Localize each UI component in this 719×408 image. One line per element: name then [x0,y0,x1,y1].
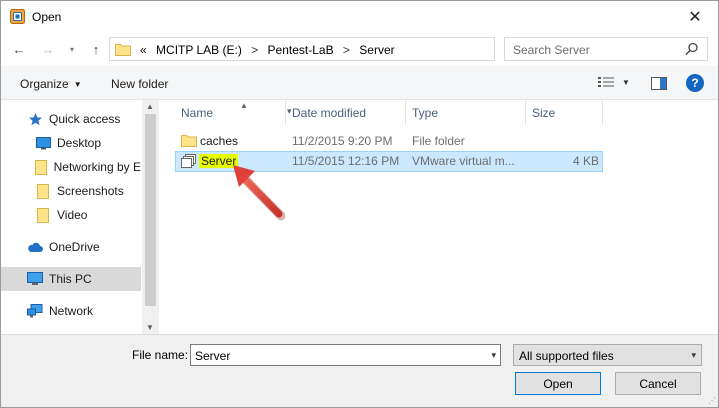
close-icon: ✕ [688,8,702,26]
sidebar-item-label: This PC [49,272,92,286]
breadcrumb-server[interactable]: Server [359,43,394,57]
scroll-up-icon[interactable]: ▲ [146,102,154,111]
footer-panel: File name: Server ▾ All supported files … [1,334,718,407]
search-icon [685,42,698,56]
vmware-file-icon [181,154,196,168]
view-options-icon[interactable] [597,76,615,90]
computer-icon [27,271,43,287]
chevron-down-icon[interactable]: ▾ [491,350,496,361]
arrow-right-icon: → [41,41,55,57]
sidebar-item-network[interactable]: Network [1,299,141,323]
sidebar-item-video[interactable]: Video [1,203,141,227]
breadcrumb-separator[interactable]: > [343,43,350,57]
annotation-arrow-icon [233,165,286,221]
file-type: VMware virtual m... [412,154,515,168]
file-name-value: Server [195,349,231,363]
sidebar-item-label: OneDrive [49,240,100,254]
file-name-label: File name: [132,348,189,362]
sidebar-item-onedrive[interactable]: OneDrive [1,235,141,259]
sidebar-item-desktop[interactable]: Desktop [1,131,141,155]
chevron-down-icon: ▼ [73,80,82,89]
breadcrumb-pentest-lab[interactable]: Pentest-LaB [268,43,334,57]
folder-icon [115,44,131,56]
column-header-date[interactable]: Date modified [286,100,406,125]
back-button[interactable]: ← [11,41,27,57]
network-icon [27,303,43,319]
scroll-down-icon[interactable]: ▼ [146,323,154,332]
file-date: 11/5/2015 12:16 PM [292,154,400,168]
chevron-down-icon: ▾ [691,350,696,360]
column-header-type[interactable]: Type [406,100,526,125]
up-button[interactable]: ↑ [88,41,104,57]
cloud-icon [27,239,43,255]
sidebar-item-label: Video [57,208,88,222]
folder-icon [35,207,51,223]
arrow-up-icon: ↑ [92,41,100,57]
search-box[interactable]: Search Server [504,37,708,61]
file-size: 4 KB [572,154,599,168]
cancel-button[interactable]: Cancel [615,372,701,395]
new-folder-button[interactable]: New folder [111,77,168,91]
table-row[interactable]: caches 11/2/2015 9:20 PM File folder [175,131,603,152]
navigation-pane: Quick access Desktop Networking by E Scr… [1,100,159,334]
close-button[interactable]: ✕ [672,1,718,32]
resize-grip-icon[interactable]: ⋰ [708,396,716,405]
breadcrumb-separator[interactable]: > [251,43,258,57]
address-bar[interactable]: « MCITP LAB (E:) > Pentest-LaB > Server … [109,37,593,61]
column-header-size[interactable]: Size [526,100,603,125]
app-icon [10,9,25,24]
preview-pane-icon[interactable] [651,77,667,90]
forward-button[interactable]: → [40,41,56,57]
sidebar-item-label: Desktop [57,136,102,150]
column-header-label: Name [181,105,214,120]
file-type-filter-value: All supported files [519,349,614,363]
arrow-left-icon: ← [12,41,26,57]
navigation-scrollbar[interactable]: ▲ ▼ [142,100,159,334]
organize-button[interactable]: Organize ▼ [20,77,82,91]
sidebar-item-networking[interactable]: Networking by E [1,155,141,179]
address-row: ← → ▾ ↑ « MCITP LAB (E:) > Pentest-LaB >… [1,32,718,66]
command-bar: Organize ▼ New folder ▼ ? [1,66,718,100]
folder-icon [181,135,197,147]
sidebar-item-label: Network [49,304,94,318]
sidebar-item-label: Quick access [49,112,121,126]
chevron-down-icon: ▾ [69,44,74,54]
file-type: File folder [412,134,465,148]
scrollbar-thumb[interactable] [145,114,156,306]
file-type-filter[interactable]: All supported files ▾ [513,344,702,366]
breadcrumb-drive[interactable]: MCITP LAB (E:) [156,43,242,57]
folder-icon [35,159,48,175]
star-icon [27,111,43,127]
column-header-name[interactable]: Name ▲ ▾ [175,100,292,125]
breadcrumb-overflow[interactable]: « [140,43,147,57]
organize-label: Organize [20,77,69,91]
window-title: Open [32,10,62,24]
file-name: caches [200,134,239,148]
breadcrumb: « MCITP LAB (E:) > Pentest-LaB > Server [140,43,401,57]
open-button[interactable]: Open [515,372,601,395]
desktop-icon [35,135,51,151]
search-input[interactable]: Search Server [513,43,590,57]
sidebar-item-label: Screenshots [57,184,124,198]
sidebar-item-label: Networking by E [53,160,141,174]
sidebar-item-this-pc[interactable]: This PC [1,267,141,291]
open-dialog: Open ✕ ← → ▾ ↑ « MCITP LAB (E:) > Pentes… [0,0,719,408]
folder-icon [35,183,51,199]
recent-locations-button[interactable]: ▾ [64,41,80,57]
title-bar: Open ✕ [1,1,718,32]
sidebar-item-quick-access[interactable]: Quick access [1,107,141,131]
sort-ascending-icon: ▲ [240,101,248,110]
view-dropdown-icon[interactable]: ▼ [622,78,630,87]
help-button[interactable]: ? [686,74,704,92]
file-date: 11/2/2015 9:20 PM [292,134,393,148]
sidebar-item-screenshots[interactable]: Screenshots [1,179,141,203]
file-name-field[interactable]: Server ▾ [190,344,501,366]
